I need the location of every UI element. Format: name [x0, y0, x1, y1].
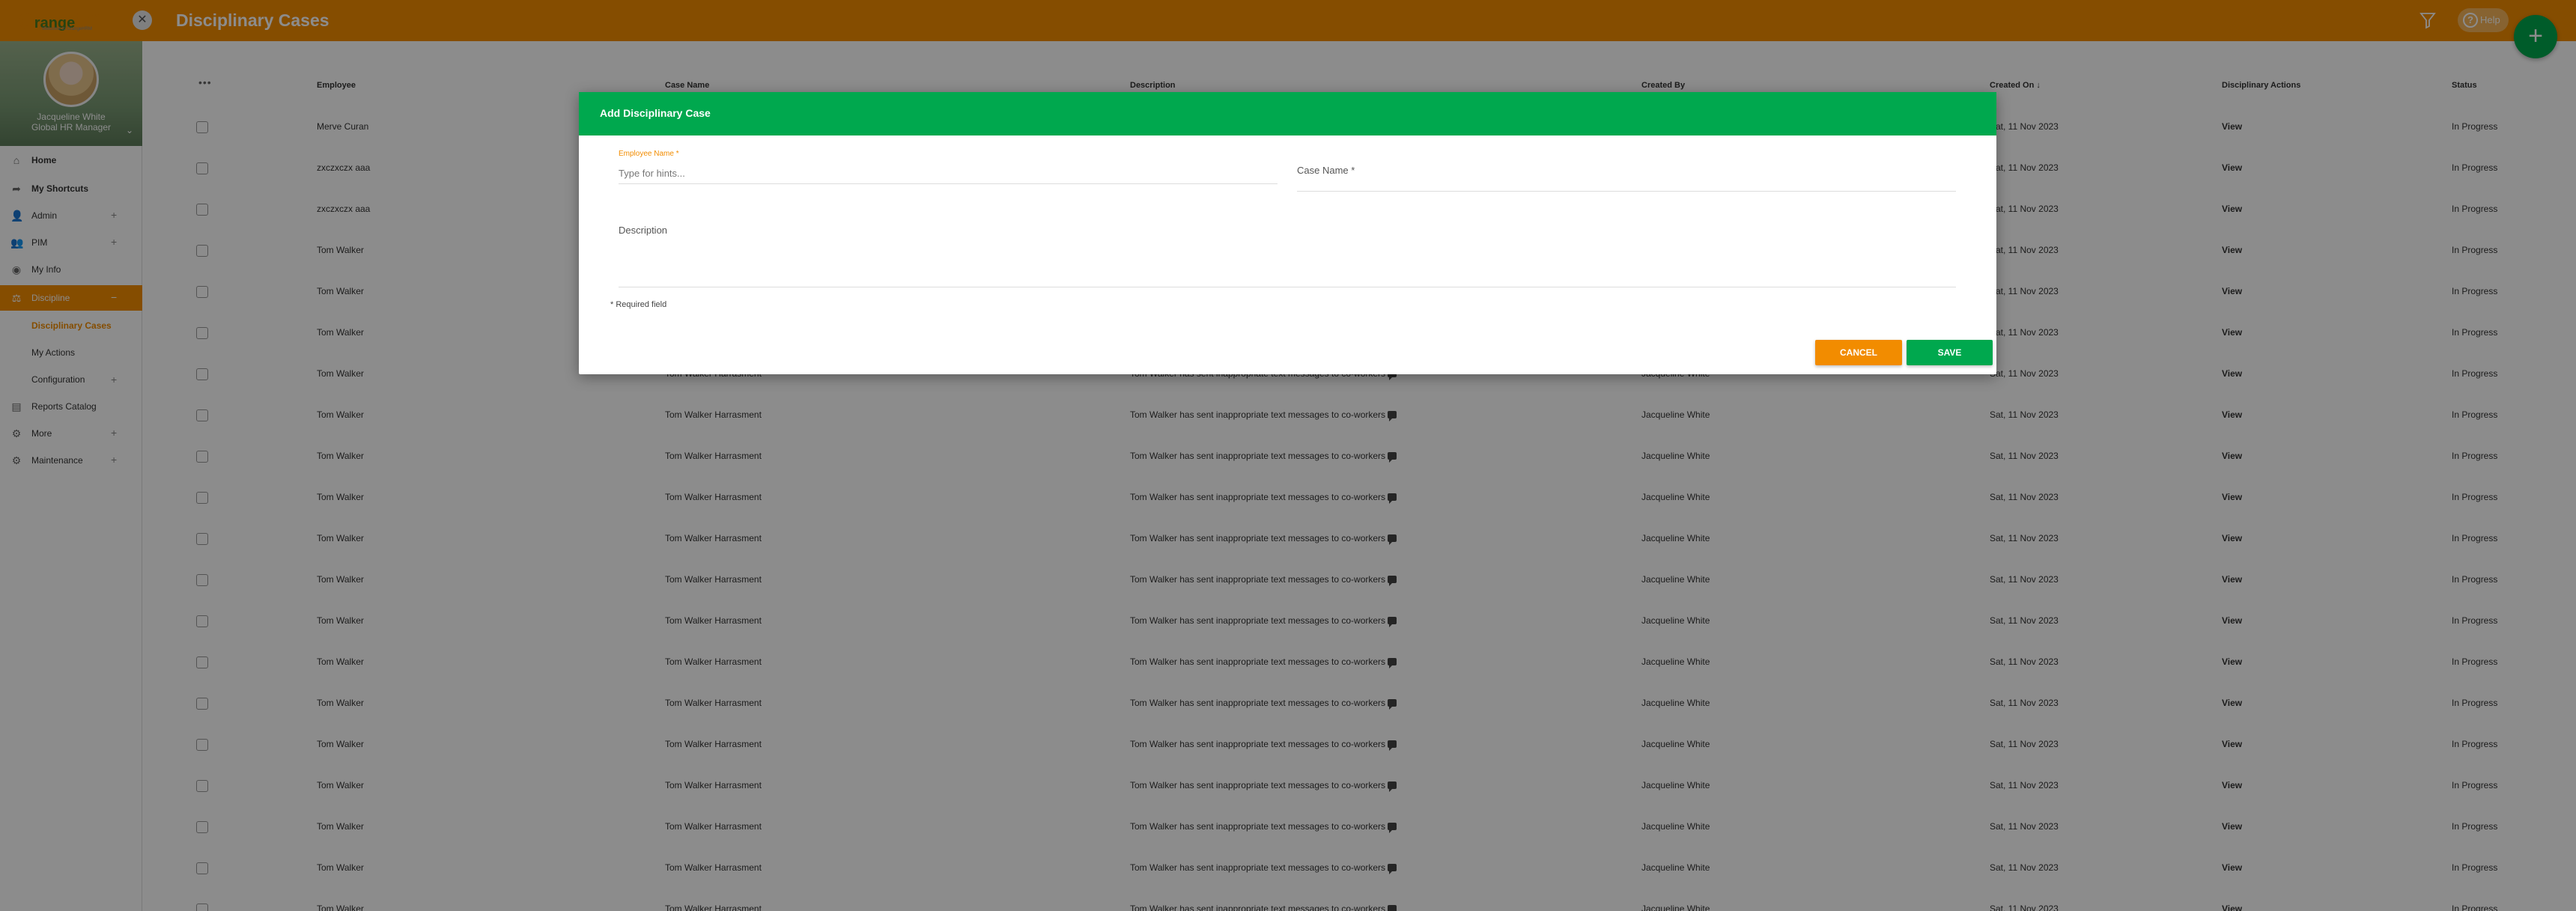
case-name-underline [1297, 191, 1956, 192]
case-name-field[interactable]: Case Name * [1297, 165, 1355, 176]
dialog-title: Add Disciplinary Case [600, 107, 711, 119]
employee-name-label: Employee Name * [619, 150, 679, 158]
required-field-note: * Required field [610, 300, 667, 309]
save-button[interactable]: SAVE [1907, 340, 1993, 365]
cancel-button[interactable]: CANCEL [1815, 340, 1902, 365]
add-disciplinary-case-dialog: Add Disciplinary Case Employee Name * Ca… [579, 92, 1996, 374]
employee-name-input[interactable] [619, 163, 1278, 184]
description-field[interactable]: Description [619, 225, 667, 236]
dialog-header: Add Disciplinary Case [579, 92, 1996, 135]
